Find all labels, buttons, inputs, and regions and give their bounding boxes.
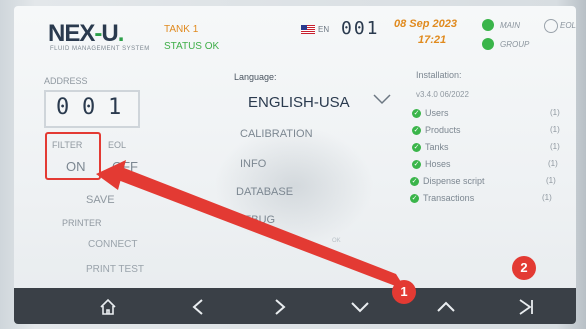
annotation-arrow <box>96 160 406 290</box>
annotation-badge-2: 2 <box>512 256 536 280</box>
annotation-badge-1: 1 <box>392 280 416 304</box>
touch-screen: NEX-U. FLUID MANAGEMENT SYSTEM TANK 1 ST… <box>14 6 576 324</box>
